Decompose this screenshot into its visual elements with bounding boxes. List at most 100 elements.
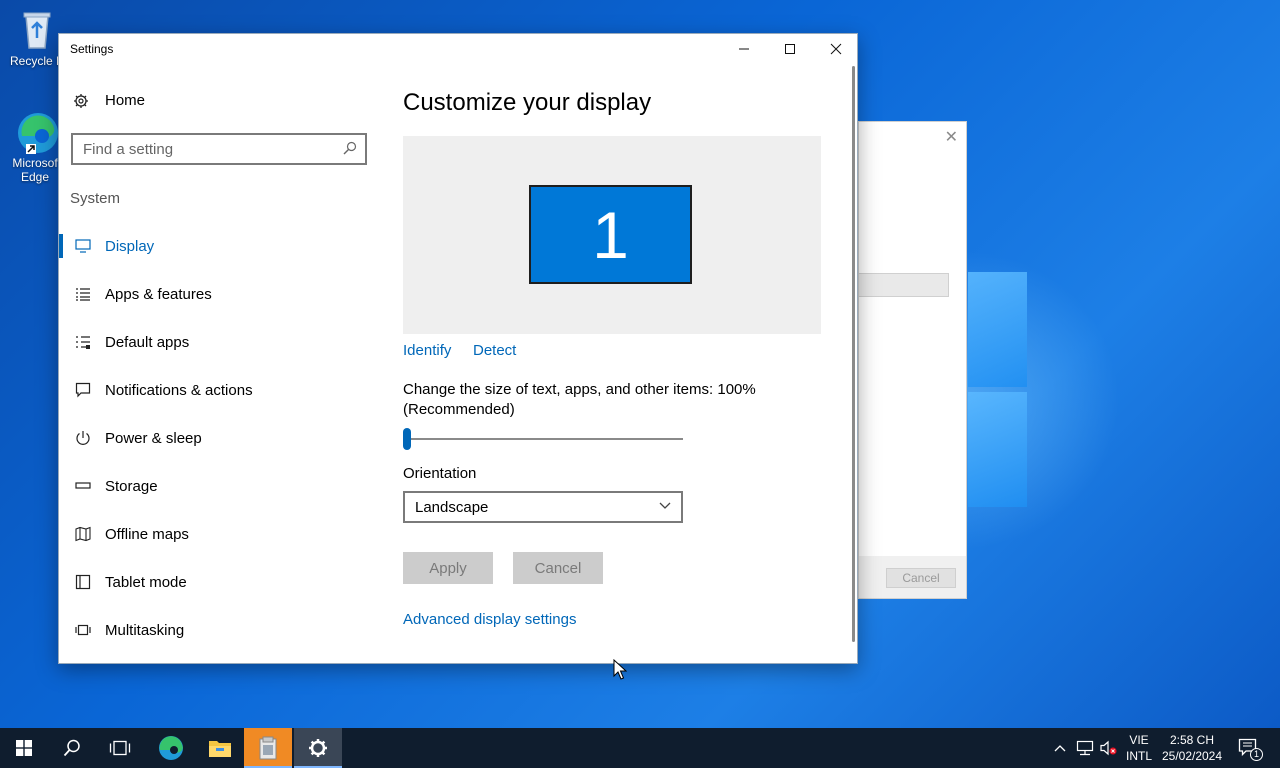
minimize-button[interactable] — [721, 34, 767, 64]
monitor-1-tile[interactable]: 1 — [529, 185, 692, 284]
sidebar-item-label: Tablet mode — [105, 573, 187, 591]
recycle-bin-icon — [16, 8, 58, 50]
page-title: Customize your display — [403, 89, 652, 116]
start-icon — [16, 740, 32, 756]
network-button[interactable] — [1076, 728, 1094, 768]
chevron-down-icon — [659, 499, 671, 513]
taskbar-file-explorer-button[interactable] — [196, 728, 244, 768]
sidebar-item-offline-maps[interactable]: Offline maps — [59, 510, 379, 558]
background-dialog-footer: Cancel — [859, 556, 966, 598]
edge-icon — [159, 736, 183, 760]
task-view-button[interactable] — [96, 728, 144, 768]
sidebar-item-power-sleep[interactable]: Power & sleep — [59, 414, 379, 462]
sidebar-nav: Display Apps & features Default apps Not… — [59, 222, 379, 654]
orientation-label: Orientation — [403, 465, 477, 482]
section-label: System — [70, 190, 121, 207]
maximize-button[interactable] — [767, 34, 813, 64]
search-input[interactable] — [83, 140, 343, 158]
advanced-display-settings-link[interactable]: Advanced display settings — [403, 611, 576, 628]
windows-logo-pane — [968, 272, 1027, 387]
task-view-icon — [109, 740, 131, 756]
clock-date: 25/02/2024 — [1161, 749, 1223, 763]
sidebar-item-label: Offline maps — [105, 525, 189, 543]
orientation-select[interactable]: Landscape — [403, 491, 683, 523]
clock-time: 2:58 CH — [1169, 733, 1215, 747]
settings-window: Settings Home System Display — [58, 33, 858, 664]
volume-button[interactable] — [1100, 728, 1118, 768]
input-language-button[interactable]: VIE INTL — [1124, 732, 1154, 764]
monitor-icon — [75, 239, 105, 253]
map-icon — [75, 526, 105, 542]
clock-button[interactable]: 2:58 CH 25/02/2024 — [1160, 732, 1224, 764]
sidebar-item-default-apps[interactable]: Default apps — [59, 318, 379, 366]
sidebar-item-apps-features[interactable]: Apps & features — [59, 270, 379, 318]
identify-link[interactable]: Identify — [403, 342, 451, 359]
file-explorer-icon — [209, 741, 231, 757]
settings-icon — [309, 739, 327, 757]
orientation-value: Landscape — [415, 498, 489, 516]
search-icon — [63, 739, 80, 757]
close-icon[interactable]: ✕ — [945, 127, 958, 147]
window-title: Settings — [70, 42, 114, 56]
taskbar-search-button[interactable] — [48, 728, 96, 768]
default-apps-icon — [75, 335, 105, 349]
nav-home-label: Home — [105, 92, 146, 109]
start-button[interactable] — [0, 728, 48, 768]
sidebar-item-label: Power & sleep — [105, 429, 202, 447]
list-icon — [75, 287, 105, 301]
sidebar-item-label: Default apps — [105, 333, 190, 351]
multitasking-icon — [75, 623, 105, 637]
sidebar-item-label: Display — [105, 237, 155, 255]
background-dialog-field — [859, 273, 949, 297]
search-box[interactable] — [71, 133, 367, 165]
language-code: VIE — [1129, 733, 1149, 747]
network-icon — [1076, 740, 1094, 756]
scale-label: Change the size of text, apps, and other… — [403, 381, 756, 398]
tablet-icon — [75, 574, 105, 590]
background-dialog: ✕ Cancel — [858, 121, 967, 599]
search-icon — [343, 141, 365, 158]
slider-track — [403, 438, 683, 440]
scrollbar[interactable] — [852, 66, 855, 642]
chevron-up-icon — [1054, 745, 1066, 752]
background-cancel-button[interactable]: Cancel — [886, 568, 956, 588]
mouse-cursor-icon — [613, 659, 627, 680]
edge-icon — [14, 110, 58, 154]
sidebar-item-tablet-mode[interactable]: Tablet mode — [59, 558, 379, 606]
title-bar[interactable]: Settings — [59, 34, 857, 64]
taskbar-settings-button[interactable] — [294, 728, 342, 768]
taskbar-edge-button[interactable] — [147, 728, 195, 768]
detect-link[interactable]: Detect — [473, 342, 516, 359]
notification-count-badge: 1 — [1250, 748, 1263, 761]
minimize-icon — [739, 48, 749, 50]
close-button[interactable] — [813, 34, 859, 64]
cancel-button[interactable]: Cancel — [513, 552, 603, 584]
action-center-button[interactable]: 1 — [1238, 728, 1263, 768]
sidebar-item-label: Multitasking — [105, 621, 185, 639]
sidebar-item-storage[interactable]: Storage — [59, 462, 379, 510]
sidebar-item-label: Apps & features — [105, 285, 212, 303]
monitor-arrangement: 1 — [403, 136, 821, 334]
taskbar-installer-button[interactable] — [244, 728, 292, 768]
sidebar-item-display[interactable]: Display — [59, 222, 379, 270]
volume-muted-icon — [1100, 740, 1117, 756]
scale-label-recommended: (Recommended) — [403, 401, 515, 418]
show-hidden-icons-button[interactable] — [1054, 728, 1066, 768]
close-icon — [830, 43, 842, 55]
gear-icon — [74, 93, 88, 108]
power-icon — [75, 430, 105, 446]
apply-button[interactable]: Apply — [403, 552, 493, 584]
slider-thumb[interactable] — [403, 428, 411, 450]
installer-icon — [259, 736, 277, 760]
scale-slider[interactable] — [403, 428, 683, 450]
windows-logo-pane — [968, 392, 1027, 507]
keyboard-layout: INTL — [1125, 749, 1152, 763]
sidebar-item-label: Storage — [105, 477, 158, 495]
nav-home[interactable]: Home — [73, 92, 145, 109]
sidebar-item-notifications[interactable]: Notifications & actions — [59, 366, 379, 414]
notification-icon — [75, 382, 105, 398]
sidebar-item-multitasking[interactable]: Multitasking — [59, 606, 379, 654]
sidebar-item-label: Notifications & actions — [105, 381, 253, 399]
storage-icon — [75, 481, 105, 491]
maximize-icon — [785, 44, 795, 54]
